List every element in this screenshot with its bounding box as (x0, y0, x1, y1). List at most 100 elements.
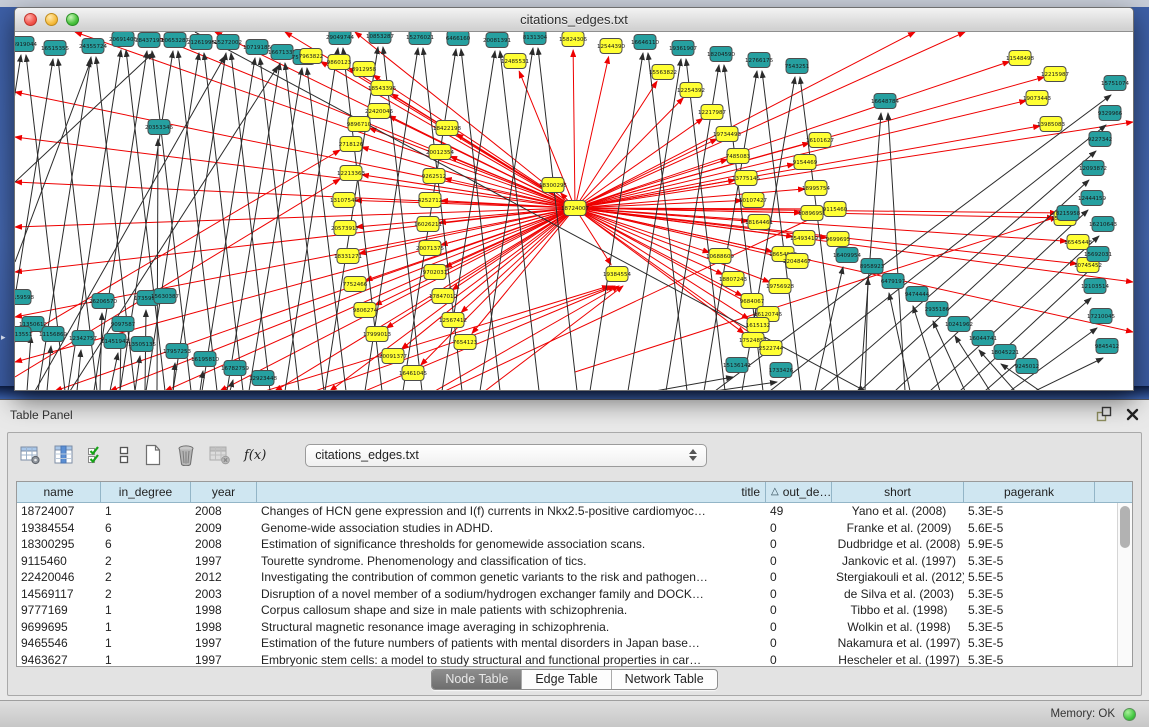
citation-edge[interactable] (860, 113, 881, 390)
graph-node[interactable]: 12544390 (597, 39, 625, 54)
graph-node[interactable]: 20353346 (145, 120, 173, 135)
graph-node[interactable]: 10107427 (739, 193, 767, 208)
cell-short[interactable]: de Silva et al. (2003) (832, 586, 964, 603)
graph-node[interactable]: 12485531 (501, 54, 529, 69)
table-row[interactable]: 946362711997Embryonic stem cells: a mode… (17, 652, 1117, 667)
table-row[interactable]: 1456911722003Disruption of a novel membe… (17, 586, 1117, 603)
cell-pagerank[interactable]: 5.3E-5 (964, 553, 1095, 570)
graph-node[interactable]: 22048467 (783, 254, 811, 269)
citation-edge-red[interactable] (485, 286, 623, 390)
citation-edge[interactable] (27, 336, 31, 390)
graph-node[interactable]: 20071375 (416, 241, 444, 256)
graph-node[interactable]: 16646110 (631, 35, 659, 50)
function-builder-icon[interactable]: f(x) (244, 448, 266, 463)
citation-edge[interactable] (913, 306, 940, 390)
cell-name[interactable]: 22420046 (17, 569, 101, 586)
graph-node[interactable]: 15630387 (151, 289, 179, 304)
citation-edge[interactable] (285, 48, 338, 390)
graph-node[interactable]: 12342757 (69, 331, 97, 346)
cell-out_de[interactable]: 0 (766, 586, 832, 603)
cell-short[interactable]: Tibbo et al. (1998) (832, 602, 964, 619)
graph-node[interactable]: 16210643 (1089, 217, 1117, 232)
citation-edge-red[interactable] (573, 50, 575, 208)
citation-edge[interactable] (15, 53, 153, 182)
table-row[interactable]: 1938455462009Genome-wide association stu… (17, 520, 1117, 537)
cell-in_degree[interactable]: 6 (101, 536, 191, 553)
graph-node[interactable]: 18543396 (368, 81, 396, 96)
cell-pagerank[interactable]: 5.5E-5 (964, 569, 1095, 586)
show-column-icon[interactable] (54, 445, 74, 465)
graph-node[interactable]: 17957253 (163, 344, 191, 359)
graph-node[interactable]: 3913551 (15, 327, 32, 342)
graph-node[interactable]: 16782759 (221, 361, 249, 376)
cell-pagerank[interactable]: 5.3E-5 (964, 619, 1095, 636)
graph-node[interactable]: 22420046 (365, 104, 393, 119)
graph-node[interactable]: 26206570 (89, 294, 117, 309)
column-header-short[interactable]: short (832, 482, 964, 503)
citation-edge[interactable] (15, 60, 91, 262)
row-height-icon[interactable] (118, 445, 130, 465)
cell-year[interactable]: 2012 (191, 569, 257, 586)
cell-name[interactable]: 18300295 (17, 536, 101, 553)
graph-node[interactable]: 12213363 (337, 166, 365, 181)
cell-in_degree[interactable]: 1 (101, 602, 191, 619)
column-header-year[interactable]: year (191, 482, 257, 503)
graph-node[interactable]: 18995754 (802, 181, 830, 196)
cell-out_de[interactable]: 0 (766, 619, 832, 636)
graph-node[interactable]: 20081391 (483, 33, 511, 48)
cell-title[interactable]: Corpus callosum shape and size in male p… (257, 602, 766, 619)
graph-node[interactable]: 16409954 (833, 248, 861, 263)
graph-node[interactable]: 10853287 (366, 32, 394, 44)
cell-year[interactable]: 2009 (191, 520, 257, 537)
table-row[interactable]: 1872400712008Changes of HCN gene express… (17, 503, 1117, 520)
table-row[interactable]: 2242004622012Investigating the contribut… (17, 569, 1117, 586)
graph-node[interactable]: 10653287 (161, 33, 189, 48)
tab-network-table[interactable]: Network Table (612, 670, 717, 689)
graph-hub-node[interactable]: 18724007 (561, 201, 589, 216)
delete-icon[interactable] (176, 444, 196, 466)
cell-title[interactable]: Embryonic stem cells: a model to study s… (257, 652, 766, 667)
graph-node[interactable]: 20159598 (15, 290, 34, 305)
graph-node[interactable]: 16026211 (414, 217, 442, 232)
graph-node[interactable]: 19756928 (766, 279, 794, 294)
graph-node[interactable]: 24355724 (79, 39, 107, 54)
graph-node[interactable]: 18164461 (745, 215, 773, 230)
graph-node[interactable]: 11548498 (1006, 51, 1034, 66)
cell-year[interactable]: 1997 (191, 652, 257, 667)
graph-node[interactable]: 10688609 (706, 249, 734, 264)
graph-node[interactable]: 12766176 (745, 53, 773, 68)
table-row[interactable]: 911546021997Tourette syndrome. Phenomeno… (17, 553, 1117, 570)
table-row[interactable]: 946554611997Estimation of the future num… (17, 635, 1117, 652)
column-header-title[interactable]: title (257, 482, 766, 503)
graph-node[interactable]: 19384554 (603, 267, 631, 282)
graph-node[interactable]: 16101627 (806, 133, 834, 148)
graph-node[interactable]: 15692031 (1084, 247, 1112, 262)
cell-name[interactable]: 14569117 (17, 586, 101, 603)
graph-node[interactable]: 2935186 (925, 302, 950, 317)
graph-node[interactable]: 8912958 (352, 62, 377, 77)
table-options-icon[interactable] (20, 445, 41, 465)
graph-node[interactable]: 15563822 (649, 65, 677, 80)
cell-in_degree[interactable]: 6 (101, 520, 191, 537)
graph-node[interactable]: 9329966 (1098, 106, 1123, 121)
cell-in_degree[interactable]: 2 (101, 586, 191, 603)
graph-node[interactable]: 7543251 (785, 59, 810, 74)
graph-window-titlebar[interactable]: citations_edges.txt (15, 8, 1133, 32)
graph-node[interactable]: 18204590 (707, 47, 735, 62)
citation-edge-red[interactable] (456, 134, 575, 208)
graph-node[interactable]: 8958923 (860, 259, 885, 274)
cell-short[interactable]: Yano et al. (2008) (832, 503, 964, 520)
tab-node-table[interactable]: Node Table (432, 670, 522, 689)
table-row[interactable]: 1830029562008Estimation of significance … (17, 536, 1117, 553)
cell-out_de[interactable]: 0 (766, 602, 832, 619)
graph-node[interactable]: 9474444 (905, 287, 930, 302)
cell-in_degree[interactable]: 1 (101, 503, 191, 520)
graph-node[interactable]: 9860123 (327, 55, 352, 70)
graph-node[interactable]: 16044741 (969, 331, 997, 346)
cell-year[interactable]: 1998 (191, 619, 257, 636)
column-header-out_de[interactable]: △out_de… (766, 482, 832, 503)
new-table-icon[interactable] (143, 444, 163, 466)
graph-node[interactable]: 1733426 (769, 363, 794, 378)
cell-out_de[interactable]: 0 (766, 569, 832, 586)
cell-year[interactable]: 2008 (191, 503, 257, 520)
